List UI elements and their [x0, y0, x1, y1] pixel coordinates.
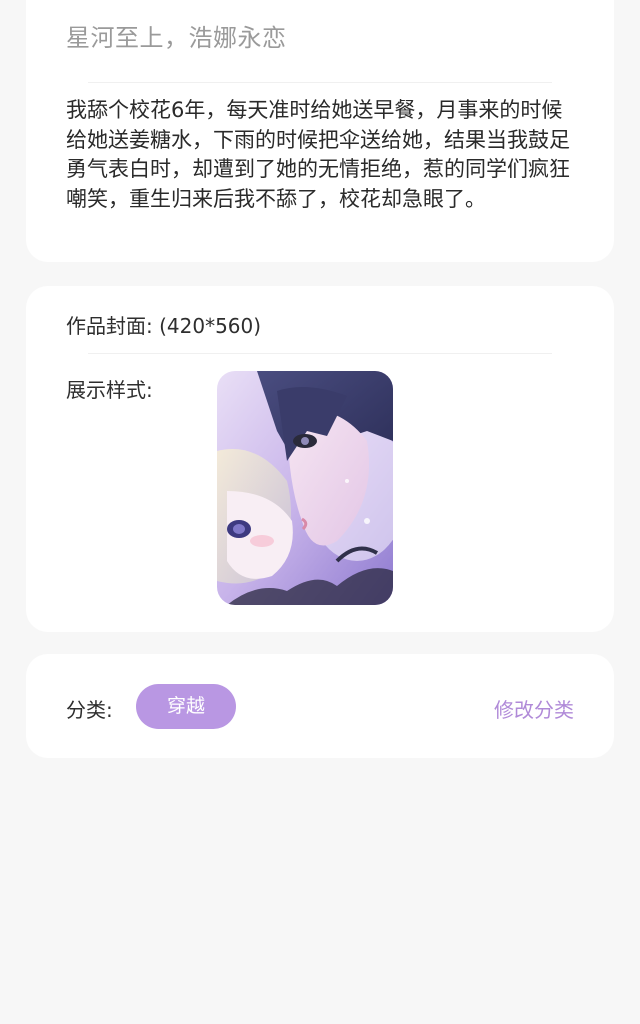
category-tag[interactable]: 穿越 — [136, 684, 236, 729]
cover-image[interactable] — [217, 371, 393, 605]
anime-cover-illustration-icon — [217, 371, 393, 605]
cover-card: 作品封面: (420*560) 展示样式: — [26, 286, 614, 632]
book-info-card: 星河至上，浩娜永恋 我舔个校花6年，每天准时给她送早餐，月事来的时候给她送姜糖水… — [26, 0, 614, 262]
book-title[interactable]: 星河至上，浩娜永恋 — [66, 18, 287, 53]
category-label: 分类: — [66, 698, 113, 722]
edit-category-button[interactable]: 修改分类 — [494, 694, 574, 723]
display-style-label: 展示样式: — [66, 378, 153, 402]
book-synopsis[interactable]: 我舔个校花6年，每天准时给她送早餐，月事来的时候给她送姜糖水，下雨的时候把伞送给… — [66, 96, 576, 214]
cover-label: 作品封面: (420*560) — [66, 314, 262, 338]
divider — [88, 353, 552, 354]
divider — [88, 82, 552, 83]
category-card: 分类: 穿越 修改分类 — [26, 654, 614, 758]
